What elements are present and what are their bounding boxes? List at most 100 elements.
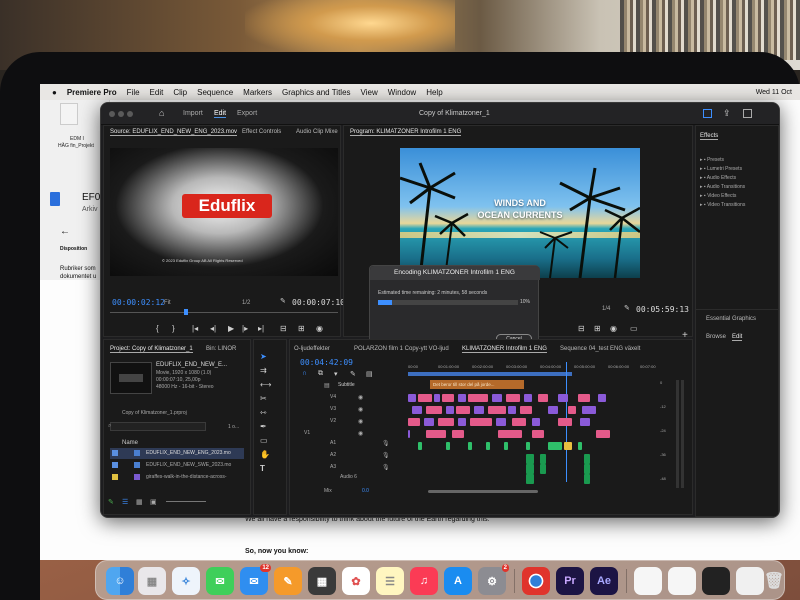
timeline-clip[interactable] [424,418,434,426]
program-resolution-select[interactable]: 1/4 [602,306,610,312]
share-icon[interactable]: ⇪ [723,108,731,119]
timeline-clip[interactable] [512,418,526,426]
effect-audio-transitions[interactable]: ▸ ▪ Audio Transitions [700,183,745,192]
timeline-clip[interactable] [526,442,530,450]
timeline-clip[interactable] [438,418,454,426]
extract-icon[interactable]: ⊞ [594,324,601,333]
work-area-bar[interactable] [408,372,572,376]
premiere-icon[interactable]: Pr [556,567,584,595]
timeline-clip[interactable] [584,464,590,474]
timeline-clip[interactable] [426,406,442,414]
timeline-clip[interactable] [584,454,590,464]
aftereffects-icon[interactable]: Ae [590,567,618,595]
pencil-icon[interactable]: ✎ [108,498,114,506]
timeline-clip[interactable] [504,442,508,450]
timeline-clip[interactable] [578,442,582,450]
timeline-clip[interactable] [508,406,516,414]
effect-video-effects[interactable]: ▸ ▪ Video Effects [700,192,745,201]
timeline-clip[interactable] [468,394,488,402]
effect-audio-effects[interactable]: ▸ ▪ Audio Effects [700,174,745,183]
back-arrow-icon[interactable]: ← [60,226,70,237]
menubar-clock[interactable]: Wed 11 Oct [756,89,792,96]
snap-icon[interactable]: ∩ [302,370,307,377]
menu-markers[interactable]: Markers [243,88,272,97]
slip-tool-icon[interactable]: ⇿ [260,408,267,417]
menu-file[interactable]: File [127,88,140,97]
recent-window-icon-1[interactable] [668,567,696,595]
ripple-edit-tool-icon[interactable]: ⟷ [260,380,271,389]
desktop-file-icon[interactable] [60,103,78,125]
timeline-clip[interactable] [538,394,548,402]
recent-document-icon[interactable] [634,567,662,595]
timeline-settings-icon[interactable]: ✎ [350,370,356,378]
music-icon[interactable]: ♫ [410,567,438,595]
tab-browse[interactable]: Browse [706,334,726,340]
menu-view[interactable]: View [361,88,378,97]
timeline-clip[interactable] [506,394,520,402]
chrome-icon[interactable] [522,567,550,595]
export-frame-icon[interactable]: ◉ [316,324,323,333]
project-file-1[interactable]: EDUFLIX_END_NEW_ENG_2023.mo [146,450,231,456]
effect-lumetri[interactable]: ▸ ▪ Lumetri Presets [700,165,745,174]
mix-value[interactable]: 0.0 [362,488,369,494]
close-window-button[interactable] [109,111,115,117]
menu-app-name[interactable]: Premiere Pro [67,88,117,97]
timeline-clip[interactable] [442,394,454,402]
timeline-clip[interactable] [596,430,610,438]
timeline-clip[interactable] [526,474,534,484]
timeline-clip[interactable] [418,442,422,450]
timeline-clip[interactable] [412,406,422,414]
timeline-clip[interactable] [492,394,502,402]
settings-icon[interactable]: ⚙ 2 [478,564,509,595]
menu-graphics[interactable]: Graphics and Titles [282,88,350,97]
timeline-clip[interactable] [584,474,590,484]
workspaces-icon[interactable] [703,109,712,118]
project-file-2[interactable]: EDUFLIX_END_NEW_SWE_2023.mo [146,462,231,468]
messages-icon[interactable]: ✉ [206,567,234,595]
source-resolution-select[interactable]: 1/2 [242,300,250,306]
source-playhead[interactable] [184,309,188,315]
timeline-clip[interactable] [524,394,532,402]
timeline-clip[interactable] [456,406,470,414]
appstore-icon[interactable]: A [444,567,472,595]
track-select-tool-icon[interactable]: ⇉ [260,366,267,375]
timeline-clip[interactable] [558,394,568,402]
mark-in-icon[interactable]: { [156,324,159,333]
play-icon[interactable]: ▶ [228,324,234,333]
tab-edit-graphics[interactable]: Edit [732,334,743,341]
timeline-timecode[interactable]: 00:04:42:09 [300,358,353,367]
timeline-clip[interactable] [580,418,590,426]
timeline-clip[interactable] [488,406,506,414]
tab-audio-clip-mixer[interactable]: Audio Clip Mixe [296,129,338,135]
timeline-clip[interactable] [468,442,472,450]
lift-icon[interactable]: ⊟ [578,324,585,333]
zoom-window-button[interactable] [127,111,133,117]
pages-icon[interactable]: ✎ [274,567,302,595]
step-forward-icon[interactable]: |▸ [242,324,248,333]
minimize-window-button[interactable] [118,111,124,117]
timeline-clip[interactable] [532,418,540,426]
column-name-header[interactable]: Name [122,440,138,446]
eye-icon-v3[interactable]: ◉ [358,406,363,413]
tab-timeline-2[interactable]: POLARZON film 1 Copy-ytt VO-ljud [354,346,449,352]
launchpad-icon[interactable]: ▦ [138,567,166,595]
source-video-frame[interactable]: Eduflix © 2023 Eduflix Group AB All Righ… [110,148,338,276]
captions-icon[interactable]: ▤ [366,370,373,378]
nav-import[interactable]: Import [183,110,203,117]
trash-icon[interactable]: 🗑 [760,567,788,595]
timeline-clip[interactable] [452,430,464,438]
tab-timeline-active[interactable]: KLIMATZONER Introfilm 1 ENG [462,346,547,353]
list-view-icon[interactable]: ☰ [122,498,128,506]
timeline-clip[interactable] [408,418,420,426]
project-file-3[interactable]: giraffes-walk-in-the-distance-across- [146,474,227,480]
timeline-clip[interactable] [434,394,440,402]
linked-selection-icon[interactable]: ⧉ [318,370,323,378]
pen-tool-icon[interactable]: ✒ [260,422,267,431]
timeline-clip[interactable] [486,442,490,450]
timeline-clip[interactable] [568,406,576,414]
tab-timeline-1[interactable]: O-ljudeffekter [294,346,330,352]
timeline-clip[interactable] [458,418,466,426]
timeline-clip[interactable] [446,406,454,414]
zoom-slider[interactable] [166,501,206,502]
timeline-clip[interactable] [540,454,546,464]
